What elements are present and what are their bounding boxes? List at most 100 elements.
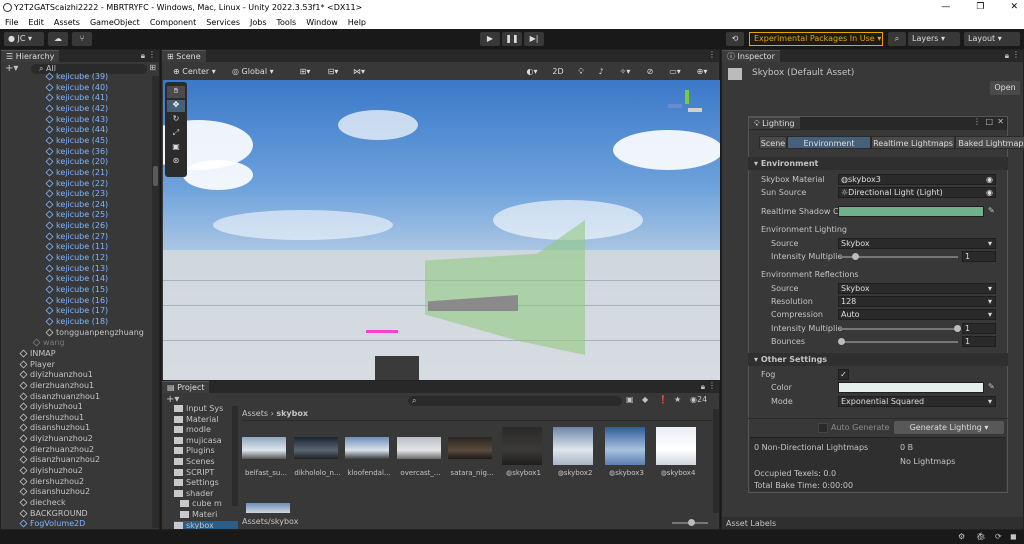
- lock-icon[interactable]: 🔒︎: [701, 382, 705, 392]
- favorite-icon[interactable]: ★: [674, 395, 681, 404]
- gizmos-icon[interactable]: ⊕▾: [690, 65, 714, 79]
- menu-edit[interactable]: Edit: [23, 18, 49, 27]
- asset-label[interactable]: ◍skybox4: [654, 469, 702, 477]
- console-icon[interactable]: ❗: [658, 395, 668, 404]
- tab-project[interactable]: ▤ Project: [162, 381, 210, 393]
- hierarchy-item[interactable]: kejicube (11): [1, 242, 108, 253]
- hierarchy-item[interactable]: tongguanpengzhuang: [1, 328, 144, 339]
- hierarchy-item[interactable]: INMAP: [1, 349, 56, 360]
- material-thumbnail[interactable]: [604, 427, 645, 465]
- tab-lighting[interactable]: 💡︎ Lighting: [749, 117, 800, 129]
- hierarchy-item[interactable]: diershuzhou2: [1, 477, 84, 488]
- asset-scrollbar[interactable]: [713, 409, 719, 513]
- texture-thumbnail[interactable]: [246, 503, 290, 513]
- environment-section[interactable]: ▾ Environment: [748, 157, 1008, 170]
- fog-color-swatch[interactable]: [838, 382, 984, 393]
- lock-icon[interactable]: 🔒︎: [141, 51, 145, 61]
- asset-label[interactable]: satara_nig...: [448, 469, 496, 477]
- folder-item[interactable]: Material: [174, 415, 219, 426]
- lighting-tab-scene[interactable]: Scene: [759, 136, 787, 149]
- history-icon[interactable]: ⟲: [726, 32, 744, 46]
- search-options-icon[interactable]: ⊞: [149, 63, 156, 72]
- hierarchy-item[interactable]: FogVolume2D: [1, 519, 85, 529]
- hierarchy-item[interactable]: kejicube (15): [1, 285, 108, 296]
- account-dropdown[interactable]: ● JC ▾: [4, 32, 44, 46]
- menu-assets[interactable]: Assets: [49, 18, 85, 27]
- refl-intensity-slider[interactable]: [840, 328, 958, 330]
- pivot-dropdown[interactable]: ⊕ Center ▾: [170, 65, 226, 79]
- menu-dots-icon[interactable]: ⋮: [708, 381, 716, 390]
- fog-checkbox[interactable]: ✓: [838, 369, 849, 380]
- hierarchy-item[interactable]: kejicube (21): [1, 168, 108, 179]
- eyedropper-icon[interactable]: ✎: [988, 206, 995, 215]
- search-by-label-icon[interactable]: ◆: [642, 395, 648, 404]
- hierarchy-item[interactable]: kejicube (45): [1, 136, 108, 147]
- scene-gizmo[interactable]: [668, 90, 708, 124]
- hierarchy-item[interactable]: kejicube (14): [1, 274, 108, 285]
- hierarchy-item[interactable]: Player: [1, 360, 55, 371]
- breadcrumb-root[interactable]: Assets: [242, 409, 268, 418]
- snap-increment-icon[interactable]: ⊟▾: [320, 65, 346, 79]
- pink-object[interactable]: [366, 330, 398, 333]
- compression-dropdown[interactable]: Auto: [838, 309, 996, 320]
- bug-icon[interactable]: 🐞︎: [976, 532, 986, 541]
- refl-source-dropdown[interactable]: Skybox: [838, 283, 996, 294]
- bounces-knob[interactable]: [838, 338, 845, 345]
- hierarchy-item[interactable]: kejicube (17): [1, 306, 108, 317]
- hierarchy-item[interactable]: diyizhuanzhou1: [1, 370, 93, 381]
- material-thumbnail[interactable]: [656, 427, 696, 465]
- maximize-icon[interactable]: ❐: [976, 0, 984, 15]
- hierarchy-item[interactable]: disanshuzhou2: [1, 487, 90, 498]
- texture-thumbnail[interactable]: [293, 437, 338, 459]
- folder-scrollbar[interactable]: [232, 406, 238, 506]
- hierarchy-item[interactable]: kejicube (16): [1, 296, 108, 307]
- other-settings-section[interactable]: ▾ Other Settings: [748, 353, 1008, 366]
- hierarchy-item[interactable]: kejicube (39): [1, 72, 108, 83]
- lighting-toggle-icon[interactable]: 💡︎: [572, 65, 590, 79]
- menu-gameobject[interactable]: GameObject: [85, 18, 145, 27]
- shadow-color-swatch[interactable]: [838, 206, 984, 217]
- hierarchy-item[interactable]: diershuzhou1: [1, 413, 84, 424]
- asset-label[interactable]: overcast_...: [397, 469, 445, 477]
- maximize-icon[interactable]: □: [985, 117, 993, 126]
- menu-help[interactable]: Help: [343, 18, 371, 27]
- hierarchy-item[interactable]: diyizhuanzhou2: [1, 434, 93, 445]
- collab-icon[interactable]: ⑂: [72, 32, 92, 46]
- audio-toggle-icon[interactable]: ♪: [592, 65, 610, 79]
- dark-object[interactable]: [375, 356, 419, 380]
- move-tool-icon[interactable]: ✥: [167, 100, 185, 112]
- folder-item[interactable]: mujicasa: [174, 436, 222, 447]
- hierarchy-item[interactable]: diecheck: [1, 498, 66, 509]
- hierarchy-item[interactable]: kejicube (43): [1, 115, 108, 126]
- fog-mode-dropdown[interactable]: Exponential Squared: [838, 396, 996, 407]
- transform-tool-icon[interactable]: ⊛: [167, 156, 185, 168]
- auto-generate-checkbox[interactable]: [818, 423, 828, 433]
- generate-lighting-button[interactable]: Generate Lighting ▾: [894, 421, 1004, 434]
- hierarchy-item[interactable]: BACKGROUND: [1, 509, 88, 520]
- shading-mode-icon[interactable]: ◐▾: [520, 65, 544, 79]
- hierarchy-item[interactable]: kejicube (13): [1, 264, 108, 275]
- folder-item[interactable]: SCRIPT: [174, 468, 214, 479]
- menu-file[interactable]: File: [0, 18, 23, 27]
- hierarchy-item[interactable]: kejicube (36): [1, 147, 108, 158]
- menu-services[interactable]: Services: [201, 18, 245, 27]
- tab-hierarchy[interactable]: ☰ Hierarchy: [1, 50, 60, 62]
- hierarchy-scrollbar[interactable]: [152, 76, 159, 528]
- folder-item[interactable]: Input Sys: [174, 404, 223, 415]
- y-axis-handle[interactable]: [685, 90, 689, 104]
- minimize-icon[interactable]: —: [941, 0, 950, 15]
- play-button[interactable]: ▶: [480, 32, 500, 46]
- hierarchy-item[interactable]: disanzhuanzhou2: [1, 455, 100, 466]
- folder-item[interactable]: Scenes: [174, 457, 215, 468]
- snap-settings-icon[interactable]: ⋈▾: [348, 65, 370, 79]
- lighting-tab-environment[interactable]: Environment: [787, 136, 871, 149]
- cloud-icon[interactable]: ☁: [48, 32, 68, 46]
- folder-item[interactable]: skybox: [174, 520, 238, 529]
- hierarchy-item[interactable]: kejicube (42): [1, 104, 108, 115]
- hierarchy-item[interactable]: kejicube (27): [1, 232, 108, 243]
- experimental-packages-badge[interactable]: Experimental Packages In Use ▾: [749, 32, 883, 46]
- hierarchy-item[interactable]: diyishuzhou1: [1, 402, 83, 413]
- rect-tool-icon[interactable]: ▣: [167, 142, 185, 154]
- texture-thumbnail[interactable]: [345, 437, 389, 459]
- search-icon[interactable]: ⌕: [888, 32, 906, 46]
